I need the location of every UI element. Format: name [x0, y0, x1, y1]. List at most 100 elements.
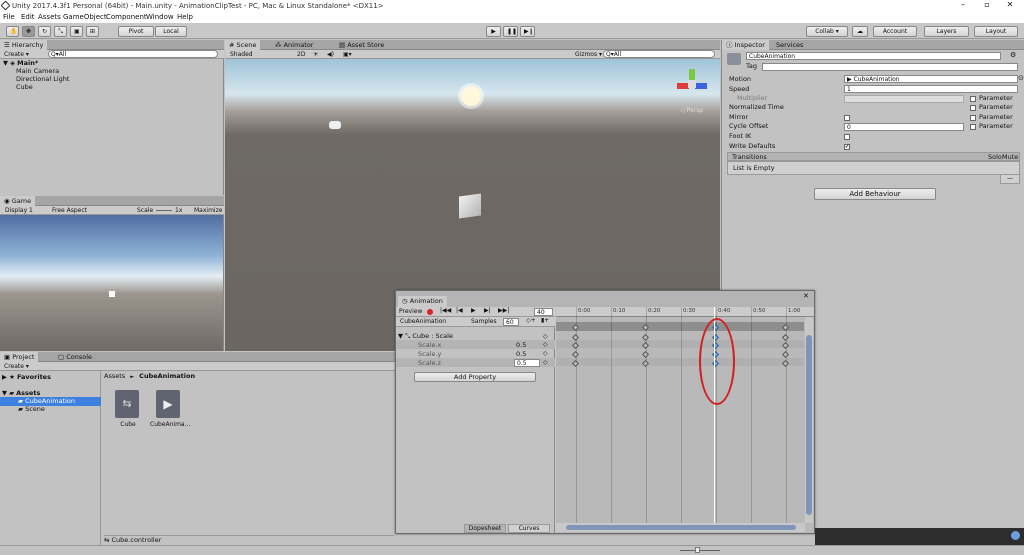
write-defaults-checkbox[interactable]: ✔ — [844, 144, 850, 150]
keyframe[interactable] — [641, 359, 650, 368]
scale-x-key-icon[interactable]: ◇ — [543, 341, 548, 348]
scale-y-value[interactable]: 0.5 — [516, 350, 526, 358]
audio-toggle-icon[interactable]: ◀) — [327, 50, 334, 59]
add-event-icon[interactable]: ▮+ — [541, 317, 549, 324]
menu-file[interactable]: File — [3, 13, 15, 21]
persp-label[interactable]: ◁ Persp — [680, 107, 703, 114]
menu-window[interactable]: Window — [146, 13, 174, 21]
keyframe[interactable] — [641, 341, 650, 350]
tab-hierarchy[interactable]: ☰ Hierarchy — [0, 40, 48, 50]
menu-help[interactable]: Help — [177, 13, 193, 21]
asset-cube-controller[interactable]: ⇆ Cube — [115, 390, 141, 430]
rect-tool-icon[interactable]: ▣ — [70, 26, 83, 37]
cycle-offset-parameter-checkbox[interactable] — [970, 124, 976, 130]
tab-animator[interactable]: ⁂ Animator — [271, 40, 317, 50]
scale-y-key-icon[interactable]: ◇ — [543, 350, 548, 357]
keyframe[interactable] — [641, 333, 650, 342]
local-button[interactable]: Local — [155, 26, 187, 37]
mirror-parameter-checkbox[interactable] — [970, 115, 976, 121]
layout-button[interactable]: Layout — [974, 26, 1018, 37]
breadcrumb-assets[interactable]: Assets — [104, 372, 125, 380]
tab-scene[interactable]: # Scene — [225, 40, 261, 50]
samples-field[interactable]: 60 — [503, 318, 519, 326]
tab-inspector[interactable]: ⓘ Inspector — [722, 40, 769, 50]
frame-field[interactable]: 40 — [534, 308, 553, 316]
menu-edit[interactable]: Edit — [21, 13, 35, 21]
state-settings-icon[interactable]: ⚙ — [1010, 51, 1016, 59]
add-behaviour-button[interactable]: Add Behaviour — [814, 188, 936, 200]
hand-tool-icon[interactable]: ✋ — [6, 26, 19, 37]
tag-field[interactable] — [762, 63, 1018, 71]
maximize-button[interactable]: ▫ — [980, 0, 994, 11]
scene-search-input[interactable]: Q▾All — [603, 50, 715, 58]
collab-status-icon[interactable] — [1011, 531, 1020, 540]
play-button[interactable]: ▶ — [486, 26, 501, 37]
lighting-toggle-icon[interactable]: ☀ — [313, 50, 318, 59]
move-tool-icon[interactable]: ✥ — [22, 26, 35, 37]
hierarchy-create-button[interactable]: Create ▾ — [4, 50, 29, 59]
pause-button[interactable]: ❚❚ — [503, 26, 518, 37]
mode-2d-button[interactable]: 2D — [297, 50, 305, 59]
tab-asset-store[interactable]: ▤ Asset Store — [335, 40, 388, 50]
sun-icon[interactable] — [461, 86, 481, 106]
layers-button[interactable]: Layers — [924, 26, 969, 37]
shaded-dropdown[interactable]: Shaded — [230, 50, 253, 59]
keyframe[interactable] — [641, 323, 650, 332]
tab-project[interactable]: ▣ Project — [0, 352, 39, 362]
close-button[interactable]: ✕ — [1003, 0, 1017, 11]
keyframe[interactable] — [781, 323, 790, 332]
record-button[interactable] — [427, 309, 433, 315]
gizmos-dropdown[interactable]: Gizmos ▾ — [575, 50, 602, 59]
normalized-time-parameter-checkbox[interactable] — [970, 105, 976, 111]
motion-field[interactable]: ▶ CubeAnimation — [844, 75, 1018, 83]
asset-cubeanimation-clip[interactable]: ▶ CubeAnima... — [150, 390, 190, 430]
tab-services[interactable]: Services — [772, 40, 807, 50]
keyframe[interactable] — [781, 333, 790, 342]
camera-icon[interactable] — [329, 121, 341, 129]
scale-z-key-icon[interactable]: ◇ — [543, 359, 548, 366]
game-viewport[interactable] — [0, 215, 223, 351]
project-tree-item-scene[interactable]: ▰ Scene — [18, 405, 45, 414]
cube-object[interactable] — [459, 193, 481, 219]
scale-z-value-field[interactable]: 0.5 — [514, 359, 540, 367]
tab-console[interactable]: ▢ Console — [54, 352, 96, 362]
hierarchy-search-input[interactable]: Q▾All — [48, 50, 218, 58]
add-property-button[interactable]: Add Property — [414, 372, 536, 382]
speed-field[interactable]: 1 — [844, 85, 1018, 93]
pivot-button[interactable]: Pivot — [118, 26, 154, 37]
hierarchy-item-cube[interactable]: Cube — [16, 83, 33, 92]
keyframe[interactable] — [571, 323, 580, 332]
motion-picker-icon[interactable]: ⊙ — [1018, 74, 1024, 82]
clip-dropdown[interactable]: CubeAnimation — [400, 318, 446, 325]
group-key-icon[interactable]: ◇ — [543, 333, 548, 340]
horizontal-scroll-thumb[interactable] — [566, 525, 796, 530]
project-tree-item-cubeanimation[interactable]: ▰ CubeAnimation — [0, 397, 101, 406]
scale-x-value[interactable]: 0.5 — [516, 341, 526, 349]
tab-game[interactable]: ◉ Game — [0, 196, 36, 206]
multiplier-parameter-checkbox[interactable] — [970, 96, 976, 102]
keyframe[interactable] — [571, 350, 580, 359]
breadcrumb-cubeanimation[interactable]: CubeAnimation — [139, 372, 195, 380]
keyframe[interactable] — [781, 341, 790, 350]
minimize-button[interactable]: – — [956, 0, 970, 11]
project-create-button[interactable]: Create ▾ — [4, 362, 29, 371]
anim-play-button[interactable]: ▶ — [471, 307, 476, 314]
prev-key-button[interactable]: |◀ — [456, 307, 463, 314]
collab-button[interactable]: Collab ▾ — [806, 26, 848, 37]
cloud-icon[interactable]: ☁ — [852, 26, 868, 37]
menu-gameobject[interactable]: GameObject — [63, 13, 107, 21]
preview-button[interactable]: Preview — [399, 308, 422, 315]
zoom-slider-thumb[interactable] — [695, 547, 700, 553]
dopesheet-scrollbar-vertical[interactable] — [805, 317, 813, 523]
maximize-on-play-button[interactable]: Maximize O — [194, 206, 224, 215]
dopesheet-scrollbar-horizontal[interactable] — [556, 523, 805, 532]
remove-transition-button[interactable]: — — [1007, 175, 1013, 182]
first-key-button[interactable]: |◀◀ — [440, 307, 451, 314]
step-button[interactable]: ▶❙ — [520, 26, 535, 37]
mirror-checkbox[interactable] — [844, 115, 850, 121]
zoom-slider[interactable] — [680, 550, 720, 551]
vertical-scroll-thumb[interactable] — [806, 335, 812, 515]
account-button[interactable]: Account — [873, 26, 917, 37]
foot-ik-checkbox[interactable] — [844, 134, 850, 140]
favorites-row[interactable]: ▶ ★ Favorites — [2, 373, 51, 382]
